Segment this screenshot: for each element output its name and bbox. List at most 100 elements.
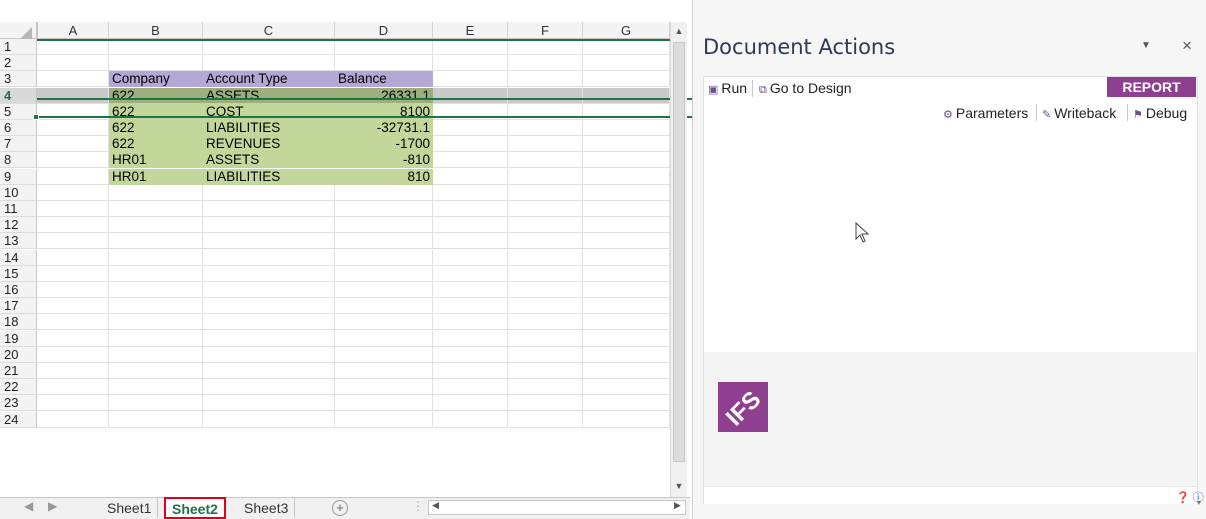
- cell[interactable]: [583, 330, 670, 347]
- cell[interactable]: [109, 184, 203, 201]
- sheet-tab-sheet3[interactable]: Sheet3: [238, 498, 296, 518]
- cell[interactable]: -810: [335, 152, 433, 169]
- row-header[interactable]: 9: [0, 168, 37, 185]
- row-header[interactable]: 22: [0, 379, 37, 396]
- cell[interactable]: [583, 379, 670, 396]
- chevron-down-icon[interactable]: ▼: [1141, 40, 1151, 51]
- add-sheet-button[interactable]: +: [332, 500, 348, 516]
- cell[interactable]: [37, 217, 109, 234]
- cell[interactable]: 810: [335, 168, 433, 185]
- cell[interactable]: [583, 168, 670, 185]
- cell[interactable]: [508, 249, 583, 266]
- cell[interactable]: [433, 152, 508, 169]
- cell[interactable]: [508, 363, 583, 379]
- cell[interactable]: [433, 298, 508, 315]
- cell[interactable]: [37, 184, 109, 201]
- prev-sheet-arrow-icon[interactable]: ◀: [24, 499, 33, 513]
- cell[interactable]: -1700: [335, 136, 433, 153]
- cell[interactable]: [508, 184, 583, 201]
- cell[interactable]: 26331.1: [335, 87, 433, 104]
- cell[interactable]: [583, 71, 670, 88]
- cell[interactable]: [109, 55, 203, 72]
- cell[interactable]: LIABILITIES: [203, 120, 335, 136]
- row-header[interactable]: 19: [0, 330, 37, 347]
- cell[interactable]: [37, 152, 109, 169]
- cell[interactable]: [433, 265, 508, 282]
- cell[interactable]: [109, 330, 203, 347]
- cell[interactable]: [583, 87, 670, 104]
- cell[interactable]: [335, 395, 433, 412]
- cell[interactable]: [583, 120, 670, 136]
- debug-button[interactable]: ⚑ Debug: [1133, 105, 1187, 121]
- cell[interactable]: [508, 39, 583, 55]
- cell[interactable]: [335, 346, 433, 363]
- go-to-design-button[interactable]: ⧉ Go to Design: [759, 80, 852, 97]
- cell[interactable]: [508, 282, 583, 298]
- cell[interactable]: 622: [109, 136, 203, 153]
- cell[interactable]: [203, 346, 335, 363]
- cell[interactable]: [583, 201, 670, 217]
- cell[interactable]: [433, 411, 508, 428]
- tab-splitter-handle[interactable]: ⋮: [412, 499, 424, 513]
- cell[interactable]: [508, 168, 583, 185]
- cell[interactable]: [203, 379, 335, 396]
- cell[interactable]: [583, 249, 670, 266]
- cell[interactable]: [583, 314, 670, 331]
- cell[interactable]: [37, 201, 109, 217]
- cell[interactable]: [335, 265, 433, 282]
- cell[interactable]: [433, 87, 508, 104]
- resize-grip-icon[interactable]: ▾: [1197, 498, 1201, 507]
- cell[interactable]: [109, 233, 203, 250]
- cell[interactable]: [335, 249, 433, 266]
- cell[interactable]: [433, 136, 508, 153]
- cell[interactable]: [335, 298, 433, 315]
- cell[interactable]: [335, 39, 433, 55]
- cell[interactable]: [37, 363, 109, 379]
- scroll-right-arrow-icon[interactable]: ▶: [674, 500, 681, 511]
- cell[interactable]: [203, 184, 335, 201]
- scroll-left-arrow-icon[interactable]: ◀: [432, 500, 439, 511]
- cell[interactable]: [37, 265, 109, 282]
- cell[interactable]: [508, 201, 583, 217]
- cell[interactable]: [37, 55, 109, 72]
- cell[interactable]: [335, 314, 433, 331]
- cell[interactable]: [37, 411, 109, 428]
- cell[interactable]: [37, 168, 109, 185]
- cell[interactable]: [508, 87, 583, 104]
- cell[interactable]: [508, 55, 583, 72]
- cell[interactable]: Account Type: [203, 71, 335, 88]
- cell[interactable]: [203, 282, 335, 298]
- row-header[interactable]: 21: [0, 363, 37, 379]
- cell[interactable]: [109, 217, 203, 234]
- cell[interactable]: [335, 282, 433, 298]
- cell[interactable]: [335, 363, 433, 379]
- cell[interactable]: [433, 71, 508, 88]
- row-header[interactable]: 1: [0, 39, 37, 55]
- cell[interactable]: [583, 152, 670, 169]
- cell[interactable]: [37, 379, 109, 396]
- cell[interactable]: [37, 249, 109, 266]
- cell[interactable]: [433, 201, 508, 217]
- column-header-e[interactable]: E: [433, 22, 508, 39]
- cell[interactable]: [433, 217, 508, 234]
- column-header-f[interactable]: F: [508, 22, 583, 39]
- row-header[interactable]: 5: [0, 103, 37, 120]
- cell[interactable]: [508, 265, 583, 282]
- cell[interactable]: [203, 395, 335, 412]
- cell[interactable]: [203, 249, 335, 266]
- vertical-scroll-thumb[interactable]: [673, 42, 685, 462]
- cell[interactable]: [508, 395, 583, 412]
- row-header[interactable]: 4: [0, 87, 37, 104]
- cell[interactable]: [433, 233, 508, 250]
- cell[interactable]: [335, 184, 433, 201]
- cell[interactable]: [433, 55, 508, 72]
- cell[interactable]: [508, 314, 583, 331]
- cell[interactable]: [433, 330, 508, 347]
- cell[interactable]: [508, 233, 583, 250]
- cell[interactable]: [583, 265, 670, 282]
- cell[interactable]: [508, 411, 583, 428]
- row-header[interactable]: 24: [0, 411, 37, 428]
- row-header[interactable]: 11: [0, 201, 37, 217]
- cell[interactable]: [109, 346, 203, 363]
- cell[interactable]: [335, 379, 433, 396]
